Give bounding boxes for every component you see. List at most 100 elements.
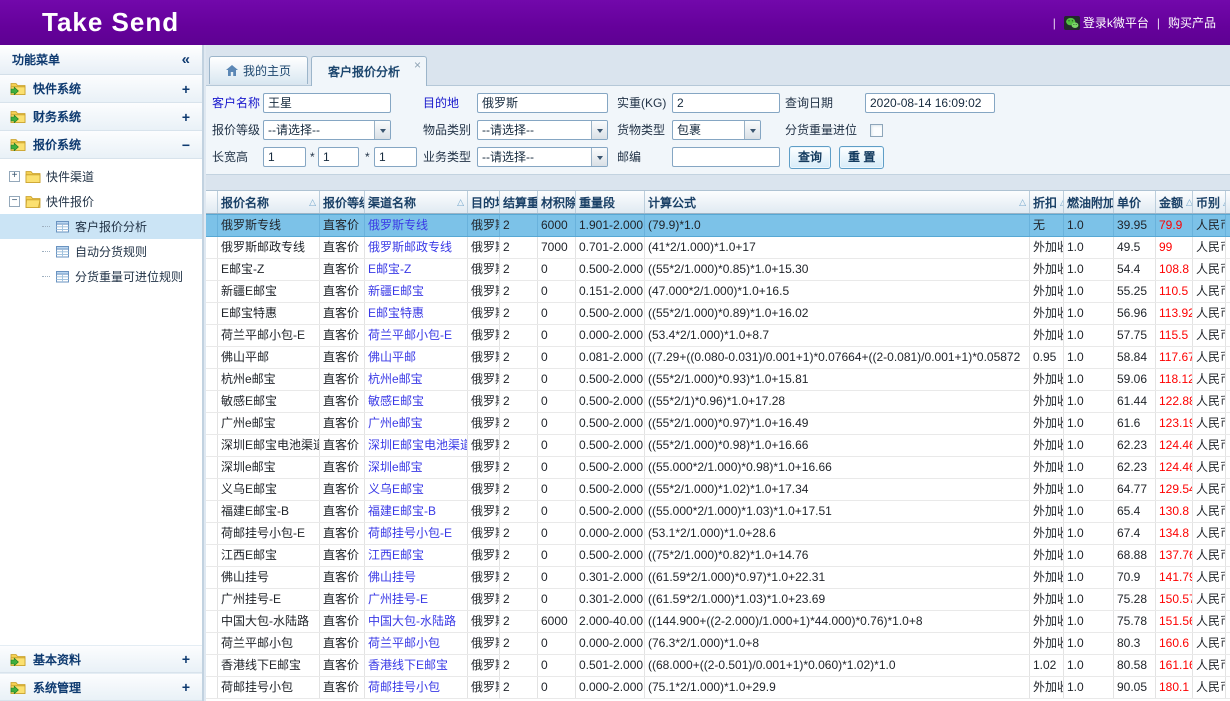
table-row[interactable]: 荷邮挂号小包-E直客价荷邮挂号小包-E俄罗斯200.000-2.000(53.1… bbox=[206, 523, 1230, 545]
sort-arrow-icon[interactable]: △ bbox=[309, 197, 316, 208]
table-row[interactable]: 深圳E邮宝电池渠道直客价深圳E邮宝电池渠道俄罗斯200.500-2.000((5… bbox=[206, 435, 1230, 457]
channel-link[interactable]: 香港线下E邮宝 bbox=[368, 658, 448, 672]
length-input[interactable]: 1 bbox=[263, 147, 306, 167]
column-header-fuel[interactable]: 燃油附加△ bbox=[1064, 191, 1114, 213]
reset-button[interactable]: 重 置 bbox=[839, 146, 884, 169]
section-toggle-icon[interactable]: + bbox=[182, 81, 190, 97]
section-toggle-icon[interactable]: − bbox=[182, 137, 190, 153]
channel-link[interactable]: 荷兰平邮小包 bbox=[368, 636, 440, 650]
column-header-weight[interactable]: 结算重量 bbox=[500, 191, 538, 213]
column-header-formula[interactable]: 计算公式△ bbox=[645, 191, 1030, 213]
sidebar-item-kuaijian-baojia[interactable]: − 快件报价 bbox=[0, 189, 202, 214]
sidebar-section-bottom-0[interactable]: 基本资料+ bbox=[0, 645, 202, 673]
section-toggle-icon[interactable]: + bbox=[182, 679, 190, 695]
table-row[interactable]: 新疆E邮宝直客价新疆E邮宝俄罗斯200.151-2.000(47.000*2/1… bbox=[206, 281, 1230, 303]
table-row[interactable]: 荷邮挂号小包直客价荷邮挂号小包俄罗斯200.000-2.000(75.1*2/1… bbox=[206, 677, 1230, 699]
channel-link[interactable]: 新疆E邮宝 bbox=[368, 284, 424, 298]
channel-link[interactable]: 荷兰平邮小包-E bbox=[368, 328, 452, 342]
channel-link[interactable]: E邮宝-Z bbox=[368, 262, 411, 276]
sidebar-item-kuaijian-qudao[interactable]: + 快件渠道 bbox=[0, 164, 202, 189]
channel-link[interactable]: 俄罗斯邮政专线 bbox=[368, 240, 452, 254]
dropdown-arrow-icon[interactable] bbox=[374, 121, 390, 139]
channel-link[interactable]: 佛山挂号 bbox=[368, 570, 416, 584]
channel-link[interactable]: 中国大包-水陆路 bbox=[368, 614, 456, 628]
table-row[interactable]: 深圳e邮宝直客价深圳e邮宝俄罗斯200.500-2.000((55.000*2/… bbox=[206, 457, 1230, 479]
table-row[interactable]: E邮宝特惠直客价E邮宝特惠俄罗斯200.500-2.000((55*2/1.00… bbox=[206, 303, 1230, 325]
sidebar-section-top-0[interactable]: 快件系统+ bbox=[0, 75, 202, 103]
column-header-volw[interactable]: 材积除 bbox=[538, 191, 576, 213]
channel-link[interactable]: 福建E邮宝-B bbox=[368, 504, 436, 518]
sidebar-collapse-icon[interactable]: « bbox=[182, 52, 190, 67]
table-row[interactable]: 荷兰平邮小包-E直客价荷兰平邮小包-E俄罗斯200.000-2.000(53.4… bbox=[206, 325, 1230, 347]
table-row[interactable]: 俄罗斯邮政专线直客价俄罗斯邮政专线俄罗斯270000.701-2.000(41*… bbox=[206, 237, 1230, 259]
sidebar-leaf-1[interactable]: 自动分货规则 bbox=[0, 239, 202, 264]
sidebar-section-top-1[interactable]: 财务系统+ bbox=[0, 103, 202, 131]
column-header-amount[interactable]: 金额△ bbox=[1156, 191, 1193, 213]
channel-link[interactable]: 义乌E邮宝 bbox=[368, 482, 424, 496]
channel-link[interactable]: 广州挂号-E bbox=[368, 592, 428, 606]
table-row[interactable]: 杭州e邮宝直客价杭州e邮宝俄罗斯200.500-2.000((55*2/1.00… bbox=[206, 369, 1230, 391]
width-input[interactable]: 1 bbox=[318, 147, 359, 167]
search-button[interactable]: 查询 bbox=[789, 146, 831, 169]
expand-minus-icon[interactable]: − bbox=[9, 196, 20, 207]
dropdown-arrow-icon[interactable] bbox=[744, 121, 760, 139]
column-header-discount[interactable]: 折扣△ bbox=[1030, 191, 1064, 213]
channel-link[interactable]: 俄罗斯专线 bbox=[368, 218, 428, 232]
buy-products-link[interactable]: 购买产品 bbox=[1168, 14, 1216, 31]
sort-arrow-icon[interactable]: △ bbox=[1019, 197, 1026, 208]
table-row[interactable]: 福建E邮宝-B直客价福建E邮宝-B俄罗斯200.500-2.000((55.00… bbox=[206, 501, 1230, 523]
channel-link[interactable]: 杭州e邮宝 bbox=[368, 372, 423, 386]
column-header-dest[interactable]: 目的地 bbox=[468, 191, 500, 213]
channel-link[interactable]: 深圳e邮宝 bbox=[368, 460, 423, 474]
postcode-input[interactable] bbox=[672, 147, 780, 167]
channel-link[interactable]: 江西E邮宝 bbox=[368, 548, 424, 562]
channel-link[interactable]: E邮宝特惠 bbox=[368, 306, 424, 320]
expand-plus-icon[interactable]: + bbox=[9, 171, 20, 182]
quote-level-select[interactable]: --请选择-- bbox=[263, 120, 391, 140]
item-type-select[interactable]: --请选择-- bbox=[477, 120, 608, 140]
table-row[interactable]: 佛山挂号直客价佛山挂号俄罗斯200.301-2.000((61.59*2/1.0… bbox=[206, 567, 1230, 589]
channel-link[interactable]: 荷邮挂号小包 bbox=[368, 680, 440, 694]
sidebar-section-top-2[interactable]: 报价系统− bbox=[0, 131, 202, 159]
customer-name-input[interactable]: 王星 bbox=[263, 93, 391, 113]
carry-weight-checkbox[interactable] bbox=[870, 124, 883, 137]
table-row[interactable]: 江西E邮宝直客价江西E邮宝俄罗斯200.500-2.000((75*2/1.00… bbox=[206, 545, 1230, 567]
table-row[interactable]: E邮宝-Z直客价E邮宝-Z俄罗斯200.500-2.000((55*2/1.00… bbox=[206, 259, 1230, 281]
biz-type-select[interactable]: --请选择-- bbox=[477, 147, 608, 167]
section-toggle-icon[interactable]: + bbox=[182, 109, 190, 125]
table-row[interactable]: 广州挂号-E直客价广州挂号-E俄罗斯200.301-2.000((61.59*2… bbox=[206, 589, 1230, 611]
query-date-input[interactable]: 2020-08-14 16:09:02 bbox=[865, 93, 995, 113]
dropdown-arrow-icon[interactable] bbox=[591, 148, 607, 166]
column-header-channel[interactable]: 渠道名称△ bbox=[365, 191, 468, 213]
sort-arrow-icon[interactable]: △ bbox=[1186, 197, 1193, 208]
table-row[interactable]: 俄罗斯专线直客价俄罗斯专线俄罗斯260001.901-2.000(79.9)*1… bbox=[206, 214, 1230, 237]
actual-weight-input[interactable]: 2 bbox=[672, 93, 780, 113]
column-header-seg[interactable]: 重量段 bbox=[576, 191, 645, 213]
sidebar-leaf-0[interactable]: 客户报价分析 bbox=[0, 214, 202, 239]
channel-link[interactable]: 佛山平邮 bbox=[368, 350, 416, 364]
table-row[interactable]: 荷兰平邮小包直客价荷兰平邮小包俄罗斯200.000-2.000(76.3*2/1… bbox=[206, 633, 1230, 655]
column-header-currency[interactable]: 币别△ bbox=[1193, 191, 1226, 213]
table-row[interactable]: 敏感E邮宝直客价敏感E邮宝俄罗斯200.500-2.000((55*2/1)*0… bbox=[206, 391, 1230, 413]
channel-link[interactable]: 敏感E邮宝 bbox=[368, 394, 424, 408]
sidebar-section-bottom-1[interactable]: 系统管理+ bbox=[0, 673, 202, 701]
tab-customer-quote-analysis[interactable]: 客户报价分析 × bbox=[311, 56, 427, 86]
table-row[interactable]: 义乌E邮宝直客价义乌E邮宝俄罗斯200.500-2.000((55*2/1.00… bbox=[206, 479, 1230, 501]
destination-input[interactable]: 俄罗斯 bbox=[477, 93, 608, 113]
dropdown-arrow-icon[interactable] bbox=[591, 121, 607, 139]
tab-close-icon[interactable]: × bbox=[414, 58, 421, 72]
sort-arrow-icon[interactable]: △ bbox=[457, 197, 464, 208]
sidebar-leaf-2[interactable]: 分货重量可进位规则 bbox=[0, 264, 202, 289]
table-row[interactable]: 广州e邮宝直客价广州e邮宝俄罗斯200.500-2.000((55*2/1.00… bbox=[206, 413, 1230, 435]
height-input[interactable]: 1 bbox=[374, 147, 417, 167]
channel-link[interactable]: 荷邮挂号小包-E bbox=[368, 526, 452, 540]
cargo-type-select[interactable]: 包裹 bbox=[672, 120, 761, 140]
table-row[interactable]: 香港线下E邮宝直客价香港线下E邮宝俄罗斯200.501-2.000((68.00… bbox=[206, 655, 1230, 677]
column-header-level[interactable]: 报价等级 bbox=[320, 191, 365, 213]
column-header-name[interactable]: 报价名称△ bbox=[218, 191, 320, 213]
channel-link[interactable]: 深圳E邮宝电池渠道 bbox=[368, 438, 468, 452]
table-row[interactable]: 佛山平邮直客价佛山平邮俄罗斯200.081-2.000((7.29+((0.08… bbox=[206, 347, 1230, 369]
table-row[interactable]: 中国大包-水陆路直客价中国大包-水陆路俄罗斯260002.000-40.00((… bbox=[206, 611, 1230, 633]
login-link[interactable]: 登录k微平台 bbox=[1064, 14, 1149, 31]
tab-home[interactable]: 我的主页 bbox=[209, 56, 308, 84]
